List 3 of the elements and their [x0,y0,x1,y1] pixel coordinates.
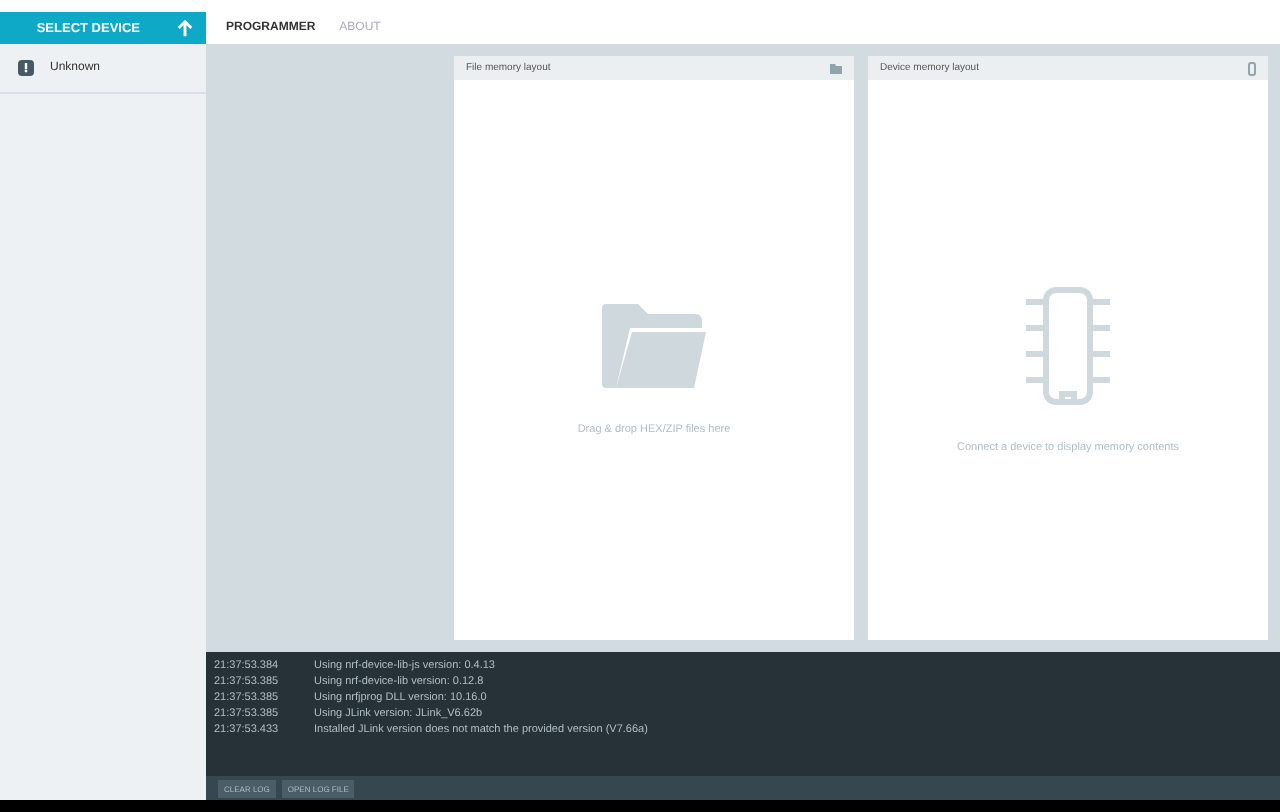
folder-icon [830,63,842,73]
up-arrow-icon [176,19,194,37]
folder-icon [602,304,706,388]
